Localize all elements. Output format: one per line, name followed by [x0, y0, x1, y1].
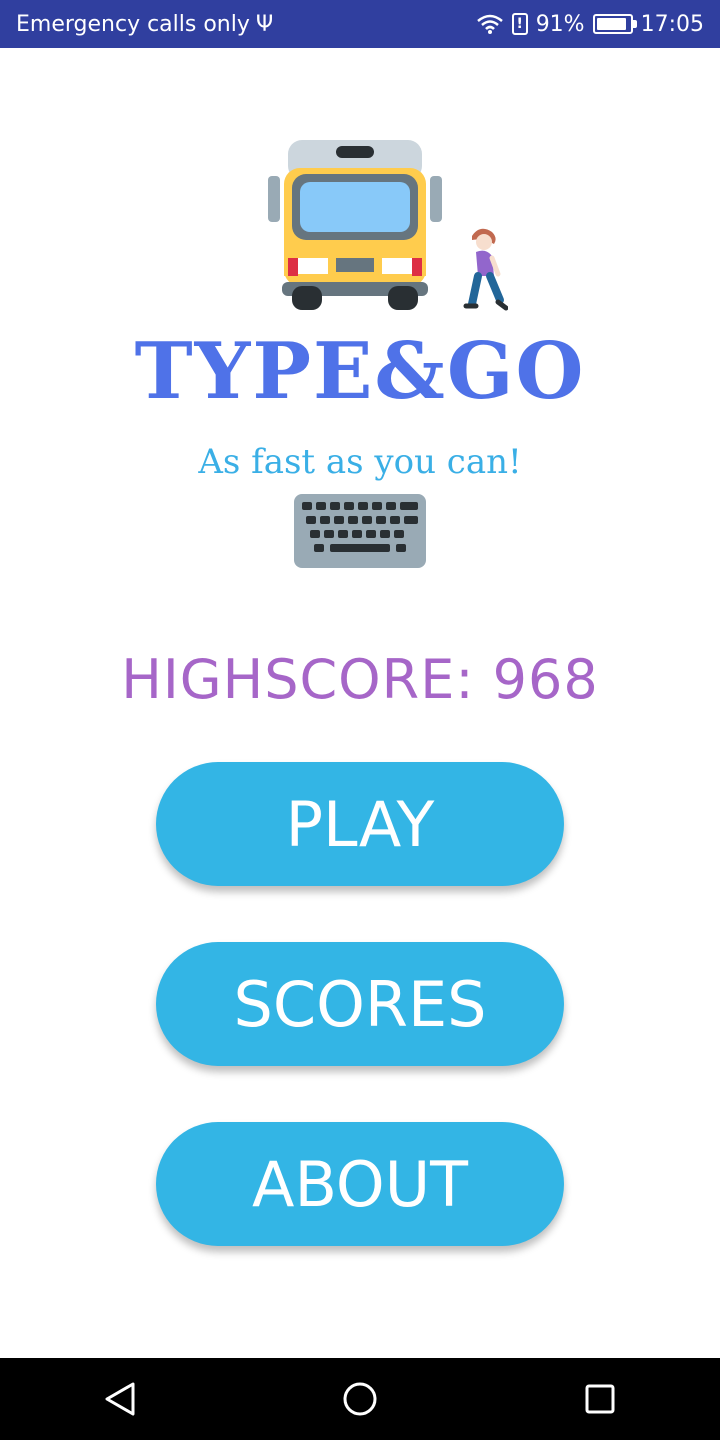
wifi-icon: [476, 14, 503, 34]
app-title: TYPE&GO: [134, 326, 586, 417]
back-button[interactable]: [90, 1369, 150, 1429]
home-button[interactable]: [330, 1369, 390, 1429]
recents-icon: [585, 1384, 615, 1414]
about-button[interactable]: ABOUT: [156, 1122, 564, 1246]
play-button[interactable]: PLAY: [156, 762, 564, 886]
usb-icon: Ψ: [255, 11, 274, 37]
home-icon: [343, 1382, 377, 1416]
navigation-bar: [0, 1358, 720, 1440]
back-icon: [105, 1382, 135, 1416]
scores-button[interactable]: SCORES: [156, 942, 564, 1066]
person-walking-icon: [463, 228, 508, 311]
alert-icon: !: [511, 13, 528, 35]
logo-area: TYPE&GO As fast as you can!: [0, 120, 720, 580]
recents-button[interactable]: [570, 1369, 630, 1429]
highscore-label: HIGHSCORE: 968: [121, 648, 599, 711]
clock: 17:05: [640, 11, 704, 37]
carrier-text: Emergency calls only: [16, 11, 250, 37]
bus-icon: [268, 140, 442, 310]
status-bar: Emergency calls only Ψ ! 91% 17:05: [0, 0, 720, 48]
battery-icon: [592, 14, 637, 34]
keyboard-icon: [294, 494, 426, 568]
tagline: As fast as you can!: [198, 442, 522, 482]
battery-percent: 91%: [535, 11, 585, 37]
